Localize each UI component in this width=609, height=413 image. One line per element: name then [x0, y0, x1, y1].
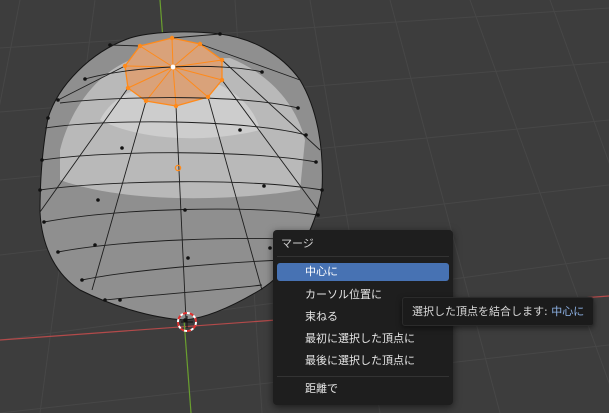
- menu-title: マージ: [281, 237, 314, 250]
- menu-item-at-first[interactable]: 最初に選択した頂点に: [277, 330, 449, 348]
- menu-separator: [277, 256, 449, 257]
- menu-item-at-last[interactable]: 最後に選択した頂点に: [277, 352, 449, 370]
- menu-item-by-distance[interactable]: 距離で: [277, 380, 449, 398]
- menu-item-at-center[interactable]: 中心に: [277, 263, 449, 281]
- tooltip: 選択した頂点を結合します: 中心に: [402, 297, 595, 326]
- menu-separator: [277, 376, 449, 377]
- tooltip-text: 選択した頂点を結合します:: [412, 305, 548, 318]
- tooltip-value: 中心に: [551, 305, 585, 318]
- active-vertex: [170, 64, 176, 70]
